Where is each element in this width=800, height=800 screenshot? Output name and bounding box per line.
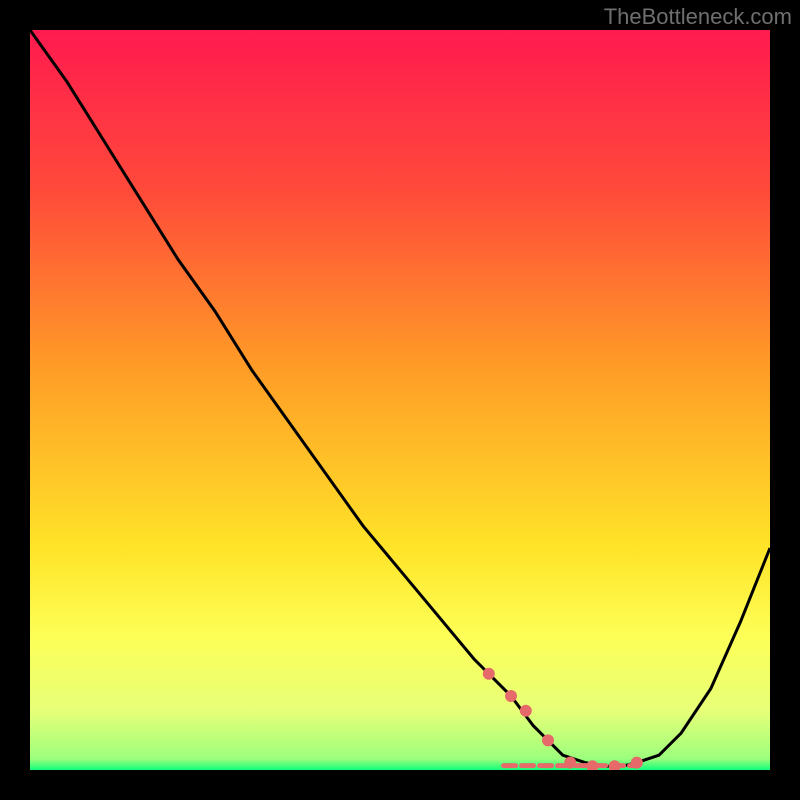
marker-dot xyxy=(520,705,532,717)
watermark-text: TheBottleneck.com xyxy=(604,4,792,30)
marker-dot xyxy=(505,690,517,702)
plot-area xyxy=(30,30,770,770)
marker-dot xyxy=(542,734,554,746)
curve-layer xyxy=(30,30,770,770)
bottleneck-curve xyxy=(30,30,770,766)
chart-frame: TheBottleneck.com xyxy=(0,0,800,800)
marker-dot xyxy=(483,668,495,680)
marker-dot xyxy=(631,757,643,769)
marker-dot xyxy=(609,760,621,770)
marker-dot xyxy=(564,757,576,769)
